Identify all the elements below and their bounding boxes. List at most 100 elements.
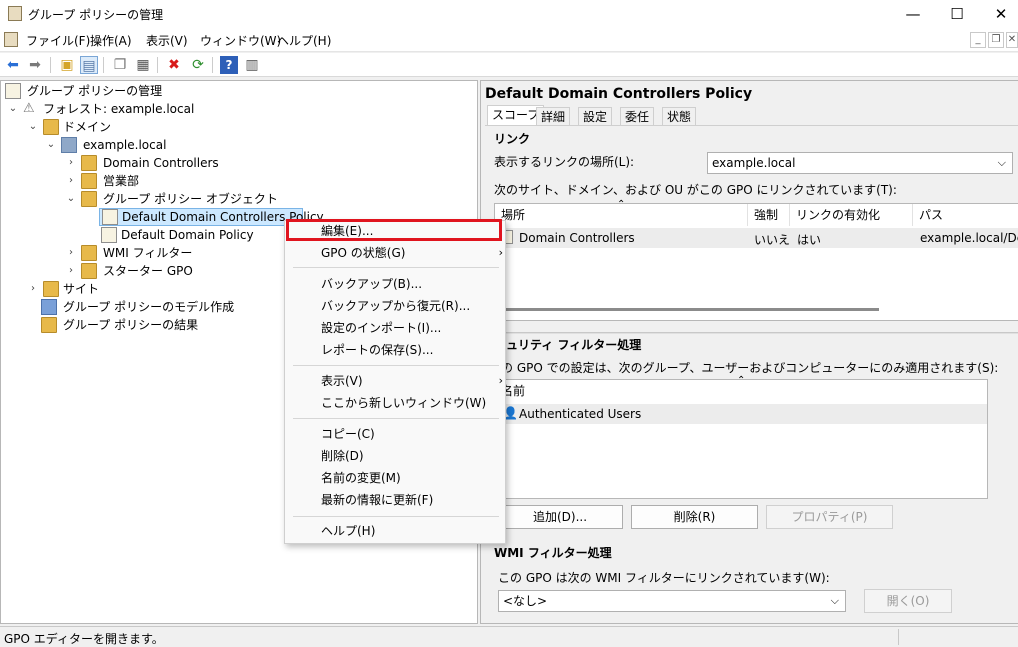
close-button[interactable]: ✕	[978, 0, 1018, 28]
chevron-right-icon[interactable]: ›	[27, 280, 39, 298]
links-description: 次のサイト、ドメイン、および OU がこの GPO にリンクされています(T):	[494, 183, 897, 197]
menu-window[interactable]: ウィンドウ(W)	[200, 32, 281, 49]
wmi-filter-header: WMI フィルター処理	[494, 546, 612, 560]
details-pane: Default Domain Controllers Policy スコープ 詳…	[480, 80, 1018, 624]
highlight-box	[286, 219, 502, 241]
paste-icon[interactable]: ▦	[134, 56, 152, 74]
list-item[interactable]: 👤 Authenticated Users	[495, 404, 987, 424]
status-bar: GPO エディターを開きます。	[0, 626, 1018, 647]
up-folder-icon[interactable]: ▣	[58, 56, 76, 74]
domains-folder-icon	[43, 119, 59, 135]
chevron-down-icon[interactable]: ⌄	[7, 100, 19, 118]
pane-splitter[interactable]	[485, 332, 1018, 334]
add-button[interactable]: 追加(D)...	[497, 505, 623, 529]
chevron-down-icon: ⌵	[830, 594, 839, 607]
menu-separator	[293, 365, 499, 366]
menu-item-refresh[interactable]: 最新の情報に更新(F)	[321, 490, 433, 510]
maximize-button[interactable]: ☐	[934, 0, 980, 28]
minimize-button[interactable]: —	[890, 0, 936, 28]
menu-view[interactable]: 表示(V)	[146, 32, 188, 49]
column-path[interactable]: パス	[913, 204, 1018, 226]
forest-icon: ⚠	[23, 101, 35, 116]
modeling-icon	[41, 299, 57, 315]
sort-up-icon: ⌃	[737, 375, 746, 386]
menu-help[interactable]: ヘルプ(H)	[277, 32, 331, 49]
wmi-filter-description: この GPO は次の WMI フィルターにリンクされています(W):	[498, 571, 830, 585]
wmi-folder-icon	[81, 245, 97, 261]
refresh-icon[interactable]: ⟳	[189, 56, 207, 74]
table-row[interactable]: Domain Controllers いいえ はい example.local/…	[495, 228, 1018, 248]
mdi-minimize-button[interactable]: _	[970, 32, 986, 48]
menu-item-delete[interactable]: 削除(D)	[321, 446, 364, 466]
tab-settings[interactable]: 設定	[578, 107, 613, 125]
toolbar-separator	[157, 57, 158, 73]
remove-button[interactable]: 削除(R)	[631, 505, 758, 529]
menu-separator	[293, 516, 499, 517]
chevron-right-icon[interactable]: ›	[65, 244, 77, 262]
app-icon	[8, 6, 22, 21]
toolbar: ⬅ ➡ ▣ ▤ ❐ ▦ ✖ ⟳ ? ▥	[0, 53, 1018, 77]
gpo-folder-icon	[81, 191, 97, 207]
links-list[interactable]: 場所 ⌃ 強制 リンクの有効化 パス Domain Controllers いい…	[494, 199, 1018, 321]
menu-item-gpo-status[interactable]: GPO の状態(G) ›	[321, 243, 503, 263]
tab-delegation[interactable]: 委任	[620, 107, 655, 125]
menu-action[interactable]: 操作(A)	[90, 32, 132, 49]
mdi-restore-button[interactable]: ❐	[988, 32, 1004, 48]
column-enforced[interactable]: 強制	[748, 204, 790, 226]
security-filter-list[interactable]: 名前 ⌃ 👤 Authenticated Users	[494, 375, 988, 499]
chevron-down-icon[interactable]: ⌄	[65, 190, 77, 208]
menu-separator	[293, 267, 499, 268]
chevron-down-icon[interactable]: ⌄	[45, 136, 57, 154]
chevron-right-icon[interactable]: ›	[65, 154, 77, 172]
menu-file[interactable]: ファイル(F)	[26, 32, 90, 49]
tab-status[interactable]: 状態	[662, 107, 697, 125]
show-tree-icon[interactable]: ▤	[80, 56, 98, 74]
properties-pane-icon[interactable]: ▥	[243, 56, 261, 74]
menu-item-restore[interactable]: バックアップから復元(R)...	[321, 296, 470, 316]
mmc-icon	[4, 32, 18, 47]
menu-item-view[interactable]: 表示(V) ›	[321, 371, 503, 391]
ou-folder-icon	[81, 155, 97, 171]
security-filter-header: キュリティ フィルター処理	[494, 338, 642, 352]
title-bar: グループ ポリシーの管理 — ☐ ✕	[0, 0, 1018, 28]
wmi-filter-value: <なし>	[503, 594, 548, 608]
open-button[interactable]: 開く(O)	[864, 589, 952, 613]
results-icon	[41, 317, 57, 333]
links-location-combo[interactable]: example.local ⌵	[707, 152, 1013, 174]
back-icon[interactable]: ⬅	[4, 56, 22, 74]
menu-item-backup[interactable]: バックアップ(B)...	[321, 274, 422, 294]
menu-item-save-report[interactable]: レポートの保存(S)...	[321, 340, 433, 360]
details-title: Default Domain Controllers Policy	[485, 86, 753, 102]
forward-icon[interactable]: ➡	[26, 56, 44, 74]
properties-button[interactable]: プロパティ(P)	[766, 505, 893, 529]
wmi-filter-combo[interactable]: <なし> ⌵	[498, 590, 846, 612]
copy-icon[interactable]: ❐	[111, 56, 129, 74]
status-text: GPO エディターを開きます。	[4, 632, 164, 646]
menu-item-import[interactable]: 設定のインポート(I)...	[321, 318, 441, 338]
toolbar-separator	[212, 57, 213, 73]
window-title: グループ ポリシーの管理	[28, 8, 164, 22]
chevron-right-icon: ›	[498, 374, 503, 387]
links-location-value: example.local	[712, 156, 796, 170]
column-link-enabled[interactable]: リンクの有効化	[790, 204, 913, 226]
toolbar-separator	[103, 57, 104, 73]
chevron-right-icon[interactable]: ›	[65, 172, 77, 190]
delete-icon[interactable]: ✖	[165, 56, 183, 74]
menu-item-copy[interactable]: コピー(C)	[321, 424, 375, 444]
mdi-close-button[interactable]: ✕	[1006, 32, 1018, 48]
starter-folder-icon	[81, 263, 97, 279]
sort-up-icon: ⌃	[617, 199, 626, 210]
menu-item-help[interactable]: ヘルプ(H)	[321, 521, 375, 541]
tab-details[interactable]: 詳細	[536, 107, 571, 125]
horizontal-scrollbar[interactable]	[499, 308, 879, 311]
chevron-right-icon[interactable]: ›	[65, 262, 77, 280]
chevron-right-icon: ›	[498, 246, 503, 259]
help-icon[interactable]: ?	[220, 56, 238, 74]
gpo-icon	[101, 227, 117, 243]
menu-item-rename[interactable]: 名前の変更(M)	[321, 468, 401, 488]
menu-item-new-window[interactable]: ここから新しいウィンドウ(W)	[321, 393, 486, 413]
gpo-icon	[102, 209, 118, 225]
status-divider	[898, 629, 899, 645]
chevron-down-icon[interactable]: ⌄	[27, 118, 39, 136]
tree-node-gpo-default-dc-policy[interactable]: Default Domain Controllers Policy	[99, 208, 324, 226]
